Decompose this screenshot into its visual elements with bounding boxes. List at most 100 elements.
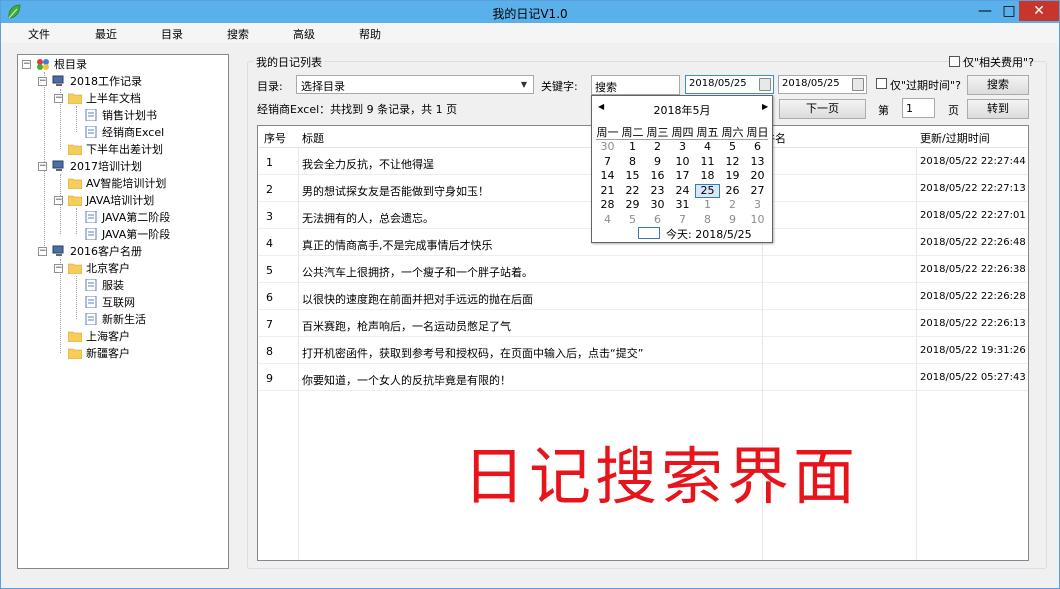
calendar-day[interactable]: 3: [670, 140, 695, 154]
row-no: 8: [266, 345, 273, 358]
calendar-day[interactable]: 16: [645, 169, 670, 183]
menu-file[interactable]: 文件: [28, 26, 50, 42]
calendar-day[interactable]: 23: [645, 184, 670, 198]
calendar-day[interactable]: 14: [595, 169, 620, 183]
calendar-month-title[interactable]: 2018年5月: [592, 102, 772, 118]
catalog-select-value: 选择目录: [301, 80, 345, 93]
row-time: 2018/05/22 22:26:28: [920, 291, 1026, 302]
calendar-dropdown[interactable]: ◀ 2018年5月 ▶ 周一 周二 周三 周四 周五 周六 周日 30 1 2 3 4 5 6 7 8 9 10…: [591, 95, 773, 243]
calendar-day[interactable]: 25: [695, 183, 720, 198]
date-from-value: 2018/05/25: [689, 78, 747, 89]
calendar-day[interactable]: 19: [720, 169, 745, 183]
collapse-icon[interactable]: −: [22, 60, 31, 69]
chevron-down-icon[interactable]: ▼: [517, 77, 531, 92]
calendar-day[interactable]: 21: [595, 184, 620, 198]
date-from-picker[interactable]: 2018/05/25: [685, 75, 774, 94]
calendar-day[interactable]: 24: [670, 184, 695, 198]
calendar-day[interactable]: 5: [720, 140, 745, 154]
calendar-day[interactable]: 12: [720, 155, 745, 169]
close-button[interactable]: ✕: [1019, 1, 1059, 21]
calendar-day[interactable]: 10: [745, 213, 770, 227]
table-row[interactable]: 8 打开机密函件，获取到参考号和授权码，在页面中输入后，点击“提交” 2018/…: [258, 337, 1028, 364]
calendar-day[interactable]: 31: [670, 198, 695, 212]
catalog-label: 目录:: [257, 80, 283, 93]
menu-advanced[interactable]: 高级: [293, 26, 315, 42]
calendar-day[interactable]: 3: [745, 198, 770, 212]
search-button[interactable]: 搜索: [967, 75, 1029, 95]
calendar-day[interactable]: 6: [745, 140, 770, 154]
collapse-icon[interactable]: −: [38, 247, 47, 256]
root-colorful-icon: [37, 59, 49, 70]
calendar-day[interactable]: 27: [745, 184, 770, 198]
catalog-select[interactable]: 选择目录 ▼: [296, 75, 534, 94]
fee-checkbox[interactable]: [949, 56, 960, 67]
calendar-day[interactable]: 22: [620, 184, 645, 198]
table-row[interactable]: 7 百米赛跑，枪声响后，一名运动员憋足了气 2018/05/22 22:26:1…: [258, 310, 1028, 337]
row-title: 真正的情商高手,不是完成事情后才快乐: [302, 239, 493, 252]
today-link[interactable]: 今天: 2018/5/25: [666, 226, 752, 242]
keyword-input[interactable]: 搜索: [591, 75, 680, 95]
next-page-button[interactable]: 下一页: [779, 99, 866, 119]
menu-search[interactable]: 搜索: [227, 26, 249, 42]
col-header-title[interactable]: 标题: [302, 130, 324, 146]
tree-label: 2018工作记录: [70, 75, 142, 88]
calendar-day[interactable]: 13: [745, 155, 770, 169]
tree-label: JAVA第一阶段: [102, 228, 171, 241]
calendar-day[interactable]: 8: [695, 213, 720, 227]
calendar-day[interactable]: 6: [645, 213, 670, 227]
table-row[interactable]: 5 公共汽车上很拥挤，一个瘦子和一个胖子站着。 2018/05/22 22:26…: [258, 256, 1028, 283]
page-number-input[interactable]: 1: [902, 98, 935, 118]
calendar-day[interactable]: 20: [745, 169, 770, 183]
calendar-day[interactable]: 26: [720, 184, 745, 198]
calendar-day[interactable]: 11: [695, 155, 720, 169]
collapse-icon[interactable]: −: [54, 94, 63, 103]
calendar-day[interactable]: 9: [720, 213, 745, 227]
calendar-day[interactable]: 2: [645, 140, 670, 154]
calendar-day[interactable]: 1: [620, 140, 645, 154]
col-header-time[interactable]: 更新/过期时间: [920, 130, 990, 146]
minimize-button[interactable]: —: [971, 1, 999, 21]
menu-recent[interactable]: 最近: [95, 26, 117, 42]
date-to-picker[interactable]: 2018/05/25: [778, 75, 867, 94]
calendar-day[interactable]: 1: [695, 198, 720, 212]
document-icon: [85, 109, 97, 121]
calendar-day[interactable]: 17: [670, 169, 695, 183]
calendar-icon[interactable]: [759, 78, 771, 91]
calendar-day[interactable]: 15: [620, 169, 645, 183]
calendar-day[interactable]: 30: [595, 140, 620, 154]
calendar-day[interactable]: 28: [595, 198, 620, 212]
expiry-checkbox[interactable]: [876, 78, 887, 89]
calendar-day[interactable]: 7: [670, 213, 695, 227]
calendar-day[interactable]: 4: [695, 140, 720, 154]
computer-icon: [52, 245, 64, 256]
calendar-day[interactable]: 4: [595, 213, 620, 227]
calendar-icon[interactable]: [852, 78, 864, 91]
calendar-day[interactable]: 2: [720, 198, 745, 212]
calendar-day[interactable]: 7: [595, 155, 620, 169]
calendar-day[interactable]: 29: [620, 198, 645, 212]
calendar-day[interactable]: 5: [620, 213, 645, 227]
row-no: 3: [266, 210, 273, 223]
calendar-day[interactable]: 10: [670, 155, 695, 169]
catalog-tree[interactable]: − 根目录 − 2018工作记录 − 上半年文档 销售计划书 经销商Excel …: [17, 54, 229, 569]
next-month-icon[interactable]: ▶: [762, 102, 768, 111]
calendar-day[interactable]: 9: [645, 155, 670, 169]
menu-help[interactable]: 帮助: [359, 26, 381, 42]
row-time: 2018/05/22 05:27:43: [920, 372, 1026, 383]
collapse-icon[interactable]: −: [38, 77, 47, 86]
collapse-icon[interactable]: −: [38, 162, 47, 171]
calendar-day[interactable]: 18: [695, 169, 720, 183]
tree-label: JAVA培训计划: [86, 194, 155, 207]
goto-button[interactable]: 转到: [967, 99, 1029, 119]
col-header-no[interactable]: 序号: [264, 130, 286, 146]
collapse-icon[interactable]: −: [54, 196, 63, 205]
menu-catalog[interactable]: 目录: [161, 26, 183, 42]
table-row[interactable]: 6 以很快的速度跑在前面并把对手远远的抛在后面 2018/05/22 22:26…: [258, 283, 1028, 310]
calendar-day[interactable]: 30: [645, 198, 670, 212]
computer-icon: [52, 160, 64, 171]
table-row[interactable]: 9 你要知道，一个女人的反抗毕竟是有限的！ 2018/05/22 05:27:4…: [258, 364, 1028, 391]
collapse-icon[interactable]: −: [54, 264, 63, 273]
calendar-day[interactable]: 8: [620, 155, 645, 169]
maximize-button[interactable]: □: [999, 1, 1019, 21]
row-title: 百米赛跑，枪声响后，一名运动员憋足了气: [302, 320, 511, 333]
